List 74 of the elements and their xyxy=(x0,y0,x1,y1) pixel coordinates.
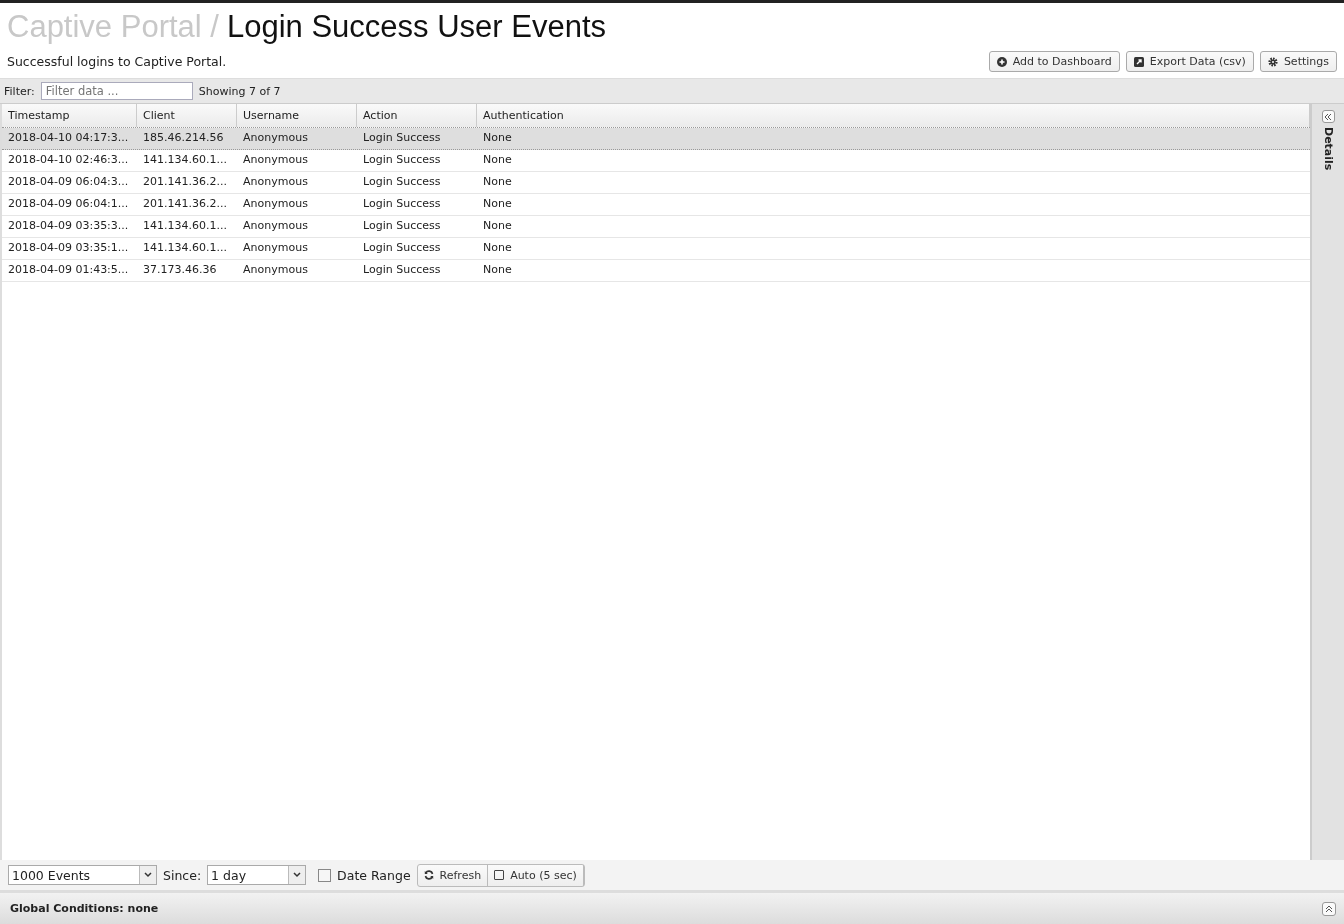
settings-button[interactable]: Settings xyxy=(1259,51,1337,72)
global-conditions-label: Global Conditions: none xyxy=(10,902,159,915)
table-cell: 2018-04-09 03:35:1... xyxy=(8,241,129,254)
table-cell: 141.134.60.1... xyxy=(143,153,227,166)
table-cell: None xyxy=(483,241,512,254)
table-cell: 2018-04-09 03:35:3... xyxy=(8,219,129,232)
column-header[interactable]: Action xyxy=(357,104,477,127)
table-cell: 141.134.60.1... xyxy=(143,241,227,254)
chevron-down-icon xyxy=(139,866,156,884)
table-cell: None xyxy=(483,197,512,210)
column-header[interactable]: Authentication xyxy=(477,104,1310,127)
table-cell: Login Success xyxy=(363,263,441,276)
table-cell: Anonymous xyxy=(243,241,308,254)
table-row[interactable]: 2018-04-10 04:17:3... 185.46.214.56 Anonymous Login Success None xyxy=(2,128,1310,150)
table-cell: 2018-04-09 01:43:5... xyxy=(8,263,129,276)
table-cell: None xyxy=(483,263,512,276)
table-cell: None xyxy=(483,131,512,144)
table-cell: Anonymous xyxy=(243,131,308,144)
table-cell: Login Success xyxy=(363,241,441,254)
add-to-dashboard-button[interactable]: Add to Dashboard xyxy=(988,51,1120,72)
table-row[interactable]: 2018-04-09 03:35:3... 141.134.60.1... Anonymous Login Success None xyxy=(2,216,1310,238)
table-cell: 201.141.36.2... xyxy=(143,197,227,210)
table-cell: Anonymous xyxy=(243,263,308,276)
table-cell: Anonymous xyxy=(243,153,308,166)
table-cell: 2018-04-09 06:04:3... xyxy=(8,175,129,188)
date-range-checkbox[interactable] xyxy=(318,868,332,882)
external-link-icon xyxy=(1133,56,1144,67)
plus-circle-icon xyxy=(996,56,1007,67)
table-cell: Login Success xyxy=(363,175,441,188)
filter-label: Filter: xyxy=(4,84,35,98)
table-cell: 141.134.60.1... xyxy=(143,219,227,232)
table-cell: 37.173.46.36 xyxy=(143,263,217,276)
double-chevron-left-icon xyxy=(1324,112,1332,121)
table-cell: Login Success xyxy=(363,219,441,232)
page-title: Login Success User Events xyxy=(226,9,606,45)
refresh-button[interactable]: Refresh xyxy=(417,864,489,886)
expand-panel-button[interactable] xyxy=(1321,110,1335,123)
table-cell: None xyxy=(483,175,512,188)
table-cell: Login Success xyxy=(363,197,441,210)
double-chevron-up-icon xyxy=(1325,904,1333,913)
table-cell: Login Success xyxy=(363,153,441,166)
table-row[interactable]: 2018-04-09 06:04:1... 201.141.36.2... Anonymous Login Success None xyxy=(2,194,1310,216)
refresh-icon xyxy=(423,870,434,880)
details-label[interactable]: Details xyxy=(1321,127,1335,171)
table-cell: Login Success xyxy=(363,131,441,144)
auto-refresh-toggle[interactable]: Auto (5 sec) xyxy=(488,864,584,886)
table-cell: 185.46.214.56 xyxy=(143,131,224,144)
column-header[interactable]: Username xyxy=(237,104,357,127)
table-cell: 2018-04-10 04:17:3... xyxy=(8,131,129,144)
table-cell: 2018-04-10 02:46:3... xyxy=(8,153,129,166)
column-header[interactable]: Timestamp xyxy=(2,104,137,127)
filter-field[interactable]: Filter data ... xyxy=(40,82,193,100)
expand-button[interactable] xyxy=(1322,901,1336,916)
since-dropdown[interactable]: 1 day xyxy=(207,865,307,885)
table-row[interactable]: 2018-04-09 03:35:1... 141.134.60.1... Anonymous Login Success None xyxy=(2,238,1310,260)
table-cell: Anonymous xyxy=(243,219,308,232)
settings-icon xyxy=(1267,56,1278,67)
date-range-label: Date Range xyxy=(337,867,411,883)
table-row[interactable]: 2018-04-09 06:04:3... 201.141.36.2... Anonymous Login Success None xyxy=(2,172,1310,194)
row-count: Showing 7 of 7 xyxy=(198,84,281,98)
event-limit-dropdown[interactable]: 1000 Events xyxy=(8,865,157,885)
table-cell: 201.141.36.2... xyxy=(143,175,227,188)
table-cell: None xyxy=(483,219,512,232)
column-header[interactable]: Client xyxy=(137,104,237,127)
table-cell: 2018-04-09 06:04:1... xyxy=(8,197,129,210)
chevron-down-icon xyxy=(288,866,306,884)
page-description: Successful logins to Captive Portal. xyxy=(7,54,227,69)
since-label: Since: xyxy=(163,867,202,883)
table-cell: None xyxy=(483,153,512,166)
table-cell: Anonymous xyxy=(243,175,308,188)
table-row[interactable]: 2018-04-09 01:43:5... 37.173.46.36 Anonymous Login Success None xyxy=(2,260,1310,282)
table-cell: Anonymous xyxy=(243,197,308,210)
export-button[interactable]: Export Data (csv) xyxy=(1125,51,1254,72)
table-row[interactable]: 2018-04-10 02:46:3... 141.134.60.1... Anonymous Login Success None xyxy=(2,150,1310,172)
